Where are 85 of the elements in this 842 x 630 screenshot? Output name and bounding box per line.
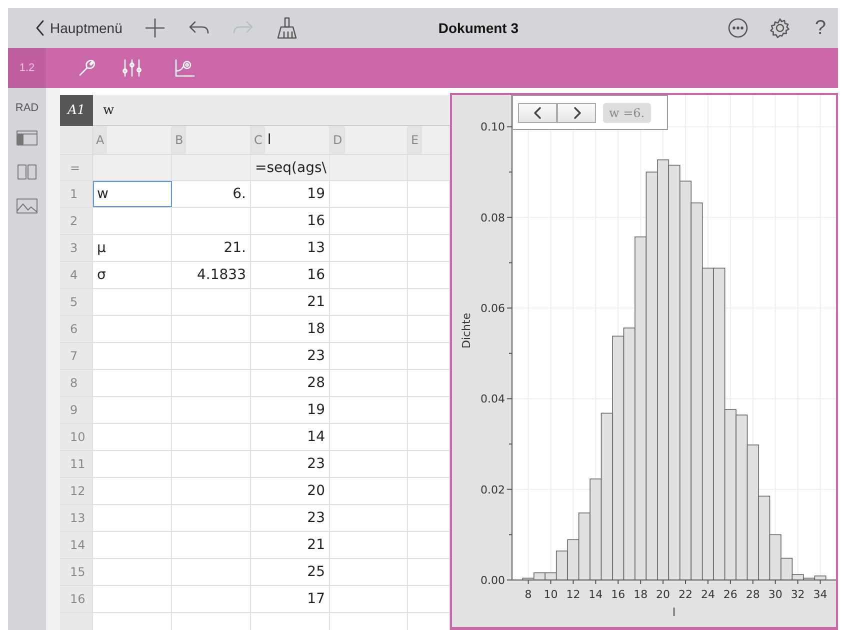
- slider-value: w =6.: [603, 102, 651, 122]
- x-axis-title: l: [672, 606, 676, 619]
- axis-tick-label: 10: [544, 588, 558, 601]
- row-number: 16: [60, 586, 93, 612]
- axis-tick-label: 8: [524, 588, 532, 601]
- entry-line[interactable]: w: [93, 102, 114, 118]
- formula-cell[interactable]: =seq(ags\: [251, 155, 330, 180]
- previous-button[interactable]: [518, 102, 557, 122]
- axis-tick-label: 14: [588, 588, 603, 601]
- table-cell[interactable]: 4.1833: [172, 262, 251, 288]
- row-number: 14: [60, 532, 93, 558]
- table-cell[interactable]: 19: [251, 181, 330, 207]
- plus-icon[interactable]: [144, 17, 166, 39]
- table-cell[interactable]: 23: [251, 505, 330, 531]
- row-number: 11: [60, 451, 93, 477]
- document-title: Dokument 3: [437, 20, 520, 36]
- axis-tick-label: 0.10: [480, 120, 505, 134]
- row-number: 3: [60, 235, 93, 261]
- row-number: 7: [60, 343, 93, 369]
- image-icon[interactable]: [15, 196, 39, 216]
- help-button[interactable]: ?: [812, 16, 828, 40]
- broom-icon[interactable]: [276, 16, 298, 40]
- table-cell[interactable]: 19: [251, 397, 330, 423]
- sliders-icon[interactable]: [121, 58, 143, 78]
- row-number: 13: [60, 505, 93, 531]
- axis-tick-label: 32: [790, 588, 805, 601]
- axis-tick-label: 0.00: [480, 574, 505, 587]
- axis-tick-label: 24: [700, 588, 715, 601]
- axis-tick-label: 12: [566, 588, 580, 601]
- column-name[interactable]: l: [265, 132, 272, 148]
- axis-tick-label: 26: [723, 588, 738, 601]
- y-axis-title: Dichte: [460, 312, 473, 349]
- table-cell[interactable]: 13: [251, 235, 330, 261]
- row-number: 12: [60, 478, 93, 504]
- graph-settings-icon[interactable]: [173, 58, 195, 78]
- table-cell[interactable]: 21: [251, 289, 330, 315]
- table-cell[interactable]: 18: [251, 316, 330, 342]
- row-number: 5: [60, 289, 93, 315]
- table-cell[interactable]: 20: [251, 478, 330, 504]
- table-cell[interactable]: 25: [251, 559, 330, 585]
- axis-tick-label: 0.06: [480, 302, 505, 316]
- table-cell[interactable]: 21: [251, 532, 330, 558]
- row-number: 4: [60, 262, 93, 288]
- row-number: 10: [60, 424, 93, 450]
- axis-tick-label: 0.02: [480, 483, 505, 496]
- back-button[interactable]: Hauptmenü: [34, 19, 122, 37]
- book-icon[interactable]: [15, 162, 39, 182]
- settings-icon[interactable]: [768, 17, 791, 39]
- table-cell[interactable]: σ: [93, 262, 172, 288]
- chevron-left-icon: [34, 19, 46, 37]
- more-icon[interactable]: [726, 17, 749, 39]
- axis-tick-label: 20: [656, 588, 670, 601]
- row-number: 6: [60, 316, 93, 342]
- axis-tick-label: 34: [813, 588, 828, 601]
- table-cell[interactable]: 23: [251, 343, 330, 369]
- table-cell[interactable]: 17: [251, 586, 330, 612]
- table-cell[interactable]: 23: [251, 451, 330, 477]
- chevron-right-icon: [572, 106, 582, 120]
- table-cell[interactable]: 16: [251, 262, 330, 288]
- table-cell[interactable]: μ: [93, 235, 172, 261]
- row-number: 1: [60, 181, 93, 207]
- wrench-icon[interactable]: [77, 58, 97, 78]
- axis-tick-label: 22: [678, 588, 692, 601]
- angle-mode-label: RAD: [15, 102, 39, 114]
- next-button[interactable]: [557, 102, 596, 122]
- table-cell[interactable]: 28: [251, 370, 330, 396]
- row-number: 2: [60, 208, 93, 234]
- layout-icon[interactable]: [15, 128, 39, 148]
- chevron-left-icon: [532, 106, 542, 120]
- axis-tick-label: 30: [768, 588, 782, 601]
- axis-tick-label: 16: [611, 588, 626, 601]
- table-cell[interactable]: w: [93, 181, 172, 207]
- axis-tick-label: 0.04: [480, 392, 505, 406]
- cell-reference: A1: [60, 95, 93, 126]
- table-cell[interactable]: 21.: [172, 235, 251, 261]
- table-cell[interactable]: 6.: [172, 181, 251, 207]
- axis-tick-label: 28: [746, 588, 760, 601]
- row-number: 15: [60, 559, 93, 585]
- axis-tick-label: 18: [634, 588, 648, 601]
- table-cell[interactable]: 16: [251, 208, 330, 234]
- table-cell[interactable]: 14: [251, 424, 330, 450]
- formula-row-label: =: [60, 155, 93, 180]
- axis-tick-label: 0.08: [480, 211, 505, 224]
- row-number: 9: [60, 397, 93, 423]
- row-number: 8: [60, 370, 93, 396]
